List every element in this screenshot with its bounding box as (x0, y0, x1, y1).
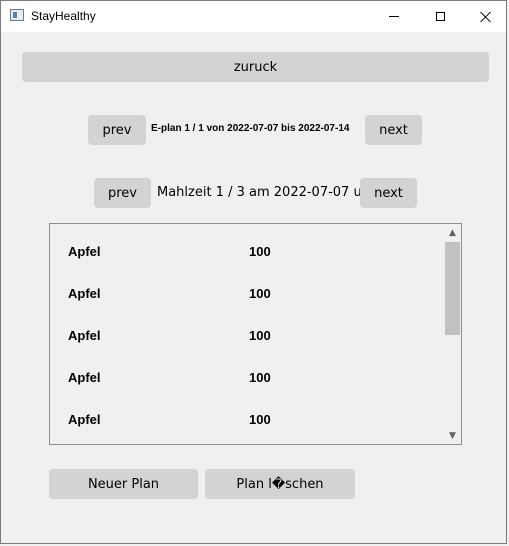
window-title: StayHealthy (31, 9, 96, 23)
new-plan-button[interactable]: Neuer Plan (49, 469, 198, 499)
meal-prev-button[interactable]: prev (94, 178, 151, 208)
delete-plan-button[interactable]: Plan l�schen (205, 469, 355, 499)
food-name: Apfel (68, 286, 101, 301)
food-name: Apfel (68, 370, 101, 385)
meal-nav-label: Mahlzeit 1 / 3 am 2022-07-07 um (157, 185, 375, 200)
list-item[interactable]: Apfel 100 (50, 224, 444, 266)
back-button[interactable]: zuruck (22, 52, 489, 82)
list-item[interactable]: Apfel 100 (50, 308, 444, 350)
food-amount: 100 (249, 286, 271, 301)
plan-next-button[interactable]: next (365, 115, 422, 145)
close-icon (480, 11, 492, 23)
minimize-button[interactable] (371, 1, 417, 32)
food-name: Apfel (68, 328, 101, 343)
maximize-button[interactable] (417, 1, 463, 32)
scroll-up-icon[interactable]: ▲ (444, 224, 461, 241)
scroll-down-icon[interactable]: ▼ (444, 427, 461, 444)
app-window-icon (10, 9, 24, 21)
meal-items-list[interactable]: Apfel 100 Apfel 100 Apfel 100 Apfel 100 … (49, 223, 462, 445)
title-bar[interactable]: StayHealthy (1, 1, 506, 32)
plan-nav-label: E-plan 1 / 1 von 2022-07-07 bis 2022-07-… (151, 123, 350, 134)
list-item[interactable]: Apfel 100 (50, 350, 444, 392)
plan-prev-button[interactable]: prev (88, 115, 146, 145)
food-name: Apfel (68, 244, 101, 259)
minimize-icon (389, 16, 399, 17)
food-amount: 100 (249, 370, 271, 385)
food-amount: 100 (249, 244, 271, 259)
meal-next-button[interactable]: next (360, 178, 417, 208)
list-item[interactable]: Apfel 100 (50, 392, 444, 434)
app-window: StayHealthy zuruck prev E-plan 1 / 1 von… (0, 0, 507, 544)
vertical-scrollbar[interactable]: ▲ ▼ (444, 224, 461, 444)
maximize-icon (435, 12, 445, 21)
food-amount: 100 (249, 412, 271, 427)
food-name: Apfel (68, 412, 101, 427)
close-button[interactable] (463, 1, 509, 32)
scrollbar-thumb[interactable] (445, 242, 460, 335)
list-item[interactable]: Apfel 100 (50, 266, 444, 308)
food-amount: 100 (249, 328, 271, 343)
